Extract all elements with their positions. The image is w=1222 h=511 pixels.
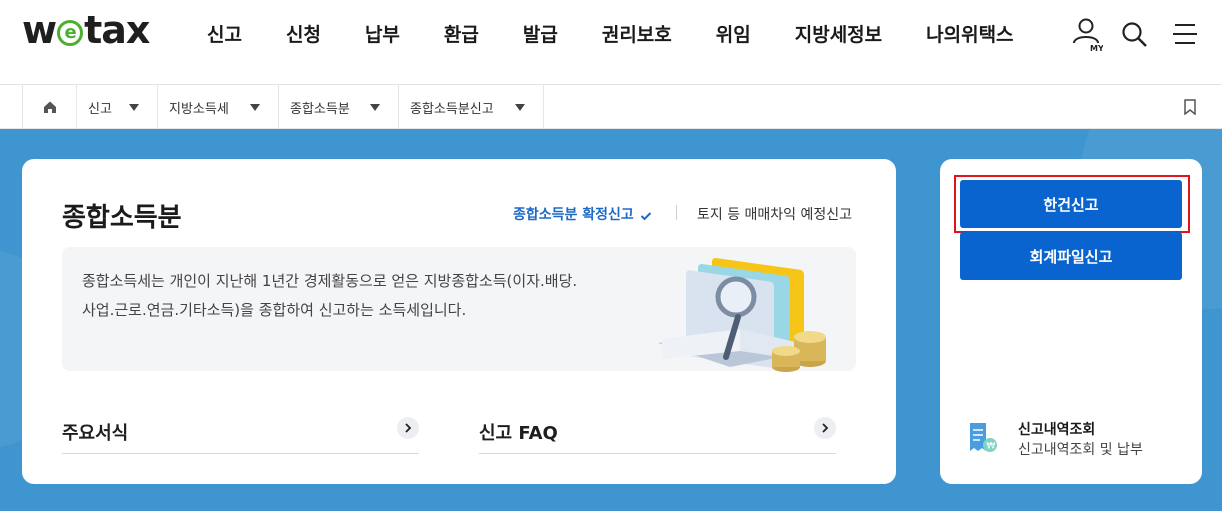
report-faq-link[interactable]: 신고 FAQ [479, 415, 836, 454]
confirm-report-link[interactable]: 종합소득분 확정신고 [513, 204, 634, 224]
breadcrumb: 신고 지방소득세 종합소득분 종합소득분신고 [0, 85, 1222, 129]
logo-e-mark: e [57, 20, 84, 46]
bookmark-icon[interactable] [1168, 85, 1212, 129]
wetax-logo[interactable]: w e tax [22, 8, 150, 52]
search-icon[interactable] [1118, 14, 1150, 54]
chevron-right-icon [397, 417, 419, 439]
divider [676, 205, 677, 220]
nav-apply[interactable]: 신청 [264, 20, 343, 47]
nav-rights[interactable]: 권리보호 [580, 20, 694, 47]
site-header: w e tax 신고 신청 납부 환급 발급 권리보호 위임 지방세정보 나의위택스… [0, 0, 1222, 85]
accounting-file-report-button[interactable]: 회계파일신고 [960, 232, 1182, 280]
nav-report[interactable]: 신고 [185, 20, 264, 47]
info-card: 종합소득분 종합소득분 확정신고 토지 등 매매차익 예정신고 종합소득세는 개… [22, 159, 896, 484]
documents-magnifier-illustration [652, 233, 842, 385]
chevron-right-icon [814, 417, 836, 439]
nav-pay[interactable]: 납부 [343, 20, 422, 47]
main-forms-link[interactable]: 주요서식 [62, 415, 419, 454]
description-box: 종합소득세는 개인이 지난해 1년간 경제활동으로 얻은 지방종합소득(이자.배… [62, 247, 856, 372]
document-icon: ₩ [968, 421, 1000, 459]
caret-down-icon [370, 104, 380, 111]
description-text: 종합소득세는 개인이 지난해 1년간 경제활동으로 얻은 지방종합소득(이자.배… [82, 272, 578, 319]
my-icon[interactable]: MY [1068, 14, 1104, 54]
caret-down-icon [129, 104, 139, 111]
nav-mywetax[interactable]: 나의위택스 [904, 20, 1035, 47]
main-nav: 신고 신청 납부 환급 발급 권리보호 위임 지방세정보 나의위택스 [185, 0, 1036, 66]
nav-issue[interactable]: 발급 [501, 20, 580, 47]
caret-down-icon [515, 104, 525, 111]
hamburger-menu-icon[interactable] [1168, 14, 1202, 54]
breadcrumb-item-local-income-tax[interactable]: 지방소득세 [157, 85, 278, 129]
caret-down-icon [250, 104, 260, 111]
page-title: 종합소득분 [62, 203, 182, 233]
breadcrumb-item-comprehensive[interactable]: 종합소득분 [278, 85, 398, 129]
check-icon [640, 206, 652, 225]
nav-refund[interactable]: 환급 [422, 20, 501, 47]
home-icon[interactable] [22, 85, 76, 129]
report-history-link[interactable]: ₩ 신고내역조회 신고내역조회 및 납부 [968, 417, 1188, 461]
single-report-button[interactable]: 한건신고 [960, 180, 1182, 228]
svg-text:MY: MY [1090, 44, 1103, 53]
nav-delegate[interactable]: 위임 [694, 20, 773, 47]
action-panel: 한건신고 회계파일신고 ₩ 신고내역조회 신고내역조회 및 납부 [940, 159, 1202, 484]
nav-info[interactable]: 지방세정보 [773, 20, 904, 47]
svg-text:₩: ₩ [987, 442, 996, 452]
preliminary-report-link[interactable]: 토지 등 매매차익 예정신고 [697, 204, 852, 224]
breadcrumb-item-report[interactable]: 신고 [76, 85, 157, 129]
breadcrumb-item-comprehensive-report[interactable]: 종합소득분신고 [398, 85, 544, 129]
